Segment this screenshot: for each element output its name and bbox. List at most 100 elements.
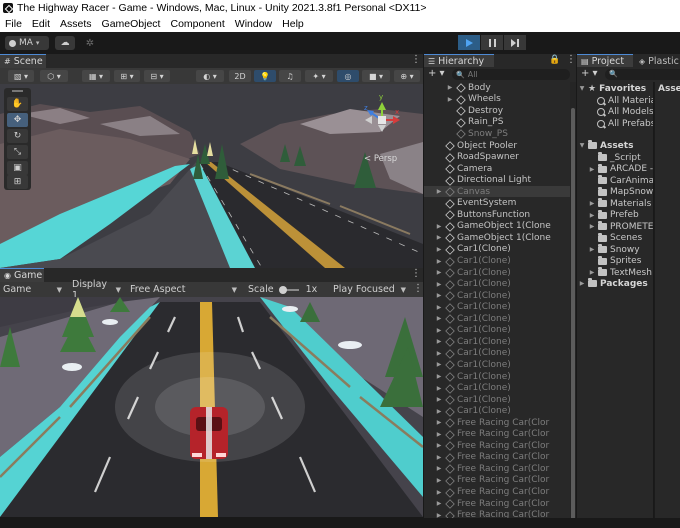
lock-icon[interactable]: 🔒: [549, 55, 560, 65]
scene-viewport[interactable]: y z x < Persp: [0, 84, 423, 268]
chevron-right-icon[interactable]: ▶: [436, 500, 442, 507]
hierarchy-item[interactable]: Object Pooler: [424, 140, 570, 152]
hierarchy-item[interactable]: Snow_PS: [424, 128, 570, 140]
chevron-right-icon[interactable]: ▶: [436, 396, 442, 403]
create-plus-icon[interactable]: + ▾: [428, 68, 445, 79]
hierarchy-item[interactable]: ▶ Car1(Clone): [424, 348, 570, 360]
hierarchy-item[interactable]: ▶ Free Racing Car(Clor: [424, 417, 570, 429]
hierarchy-item[interactable]: ▶ Wheels: [424, 94, 570, 106]
hierarchy-item[interactable]: ▶ Car1(Clone): [424, 371, 570, 383]
hierarchy-item[interactable]: ▶ Free Racing Car(Clor: [424, 463, 570, 475]
hierarchy-item[interactable]: Directional Light: [424, 174, 570, 186]
account-dropdown[interactable]: MA ▾: [5, 36, 49, 50]
chevron-right-icon[interactable]: ▶: [436, 431, 442, 438]
chevron-right-icon[interactable]: ▶: [436, 408, 442, 415]
chevron-right-icon[interactable]: ▶: [436, 246, 442, 253]
asset-folder[interactable]: ▶ Materials: [589, 198, 651, 210]
hidden-objects-toggle[interactable]: ◎: [337, 70, 359, 82]
menu-component[interactable]: Component: [170, 18, 224, 30]
transform-tool-button[interactable]: ⊞: [7, 175, 28, 189]
render-dropdown[interactable]: ⊟ ▾: [144, 70, 170, 82]
hierarchy-item[interactable]: ▶ GameObject 1(Clone: [424, 232, 570, 244]
draw-mode-dropdown[interactable]: ▧ ▾: [8, 70, 34, 82]
hierarchy-item[interactable]: RoadSpawner: [424, 151, 570, 163]
chevron-right-icon[interactable]: ▶: [436, 454, 442, 461]
scale-tool-button[interactable]: ⤡: [7, 145, 28, 159]
chevron-right-icon[interactable]: ▶: [436, 223, 442, 230]
hierarchy-item[interactable]: ▶ Car1(Clone): [424, 267, 570, 279]
persp-label[interactable]: < Persp: [364, 154, 397, 164]
toggle-2d-button[interactable]: 2D: [229, 70, 251, 82]
chevron-right-icon[interactable]: ▶: [436, 419, 442, 426]
scale-slider-track[interactable]: [278, 285, 299, 294]
collab-button[interactable]: ✲: [82, 36, 98, 50]
chevron-right-icon[interactable]: ▶: [436, 315, 442, 322]
hierarchy-item[interactable]: Destroy: [424, 105, 570, 117]
chevron-right-icon[interactable]: ▶: [589, 269, 595, 276]
favorites-header[interactable]: ▼ ★ Favorites: [579, 83, 646, 95]
hand-tool-button[interactable]: ✋: [7, 97, 28, 111]
chevron-right-icon[interactable]: ▶: [436, 489, 442, 496]
chevron-right-icon[interactable]: ▶: [436, 477, 442, 484]
hierarchy-search-input[interactable]: 🔍 All: [452, 69, 570, 80]
hierarchy-item[interactable]: ▶ Car1(Clone): [424, 359, 570, 371]
tab-hierarchy[interactable]: ☰ Hierarchy: [424, 54, 494, 68]
create-plus-icon[interactable]: + ▾: [581, 68, 598, 79]
shading-dropdown[interactable]: ⬡ ▾: [40, 70, 68, 82]
hierarchy-item[interactable]: ▶ Car1(Clone): [424, 325, 570, 337]
asset-folder[interactable]: Sprites: [589, 255, 641, 268]
hierarchy-item[interactable]: ▶ Car1(Clone): [424, 255, 570, 267]
chevron-right-icon[interactable]: ▶: [589, 223, 595, 230]
chevron-right-icon[interactable]: ▶: [436, 258, 442, 265]
hierarchy-scroll-thumb[interactable]: [571, 108, 575, 523]
hierarchy-item[interactable]: ▶ Car1(Clone): [424, 382, 570, 394]
cloud-button[interactable]: ☁: [55, 36, 75, 50]
asset-folder[interactable]: Scenes: [589, 232, 642, 245]
chevron-right-icon[interactable]: ▶: [436, 281, 442, 288]
tab-game[interactable]: ◉ Game: [0, 268, 44, 282]
chevron-right-icon[interactable]: ▶: [436, 338, 442, 345]
game-viewport[interactable]: [0, 297, 423, 517]
hierarchy-scrollbar[interactable]: [570, 82, 576, 523]
asset-folder[interactable]: ▶ Snowy: [589, 244, 640, 256]
asset-folder[interactable]: ▶ ARCADE -: [589, 163, 653, 176]
hierarchy-item[interactable]: EventSystem: [424, 198, 570, 210]
game-mode-dropdown[interactable]: Game ▼: [0, 282, 66, 297]
menu-gameobject[interactable]: GameObject: [102, 18, 161, 30]
tab-project[interactable]: ▤ Project: [577, 54, 633, 68]
hierarchy-item[interactable]: ▶ Car1(Clone): [424, 405, 570, 417]
chevron-right-icon[interactable]: ▶: [589, 212, 595, 219]
chevron-right-icon[interactable]: ▶: [447, 84, 453, 91]
hierarchy-item[interactable]: ▶ Free Racing Car(Clor: [424, 475, 570, 487]
asset-folder[interactable]: CarAnimat: [589, 175, 653, 187]
chevron-right-icon[interactable]: ▶: [436, 327, 442, 334]
menu-assets[interactable]: Assets: [60, 18, 92, 30]
play-button[interactable]: [458, 35, 480, 50]
hierarchy-item[interactable]: ▶ Car1(Clone): [424, 313, 570, 325]
chevron-right-icon[interactable]: ▶: [436, 292, 442, 299]
hierarchy-item[interactable]: ▶ Free Racing Car(Clor: [424, 498, 570, 510]
chevron-right-icon[interactable]: ▶: [436, 373, 442, 380]
chevron-right-icon[interactable]: ▶: [436, 442, 442, 449]
asset-folder[interactable]: _Script: [589, 152, 641, 164]
chevron-right-icon[interactable]: ▶: [589, 246, 595, 253]
lighting-toggle[interactable]: 💡: [254, 70, 276, 82]
effects-dropdown[interactable]: ✦ ▾: [305, 70, 333, 82]
menu-window[interactable]: Window: [235, 18, 272, 30]
hierarchy-item[interactable]: ▶ GameObject 1(Clone: [424, 221, 570, 233]
menu-file[interactable]: File: [5, 18, 22, 30]
scene-options-icon[interactable]: ⋮: [411, 54, 421, 65]
hierarchy-item[interactable]: ButtonsFunction: [424, 209, 570, 221]
scale-slider[interactable]: Scale 1x: [245, 282, 325, 297]
camera-dropdown[interactable]: ■ ▾: [362, 70, 390, 82]
chevron-right-icon[interactable]: ▶: [436, 234, 442, 241]
hierarchy-item[interactable]: ▶ Canvas: [424, 185, 570, 198]
pause-button[interactable]: [481, 35, 503, 50]
chevron-right-icon[interactable]: ▶: [589, 166, 595, 173]
chevron-right-icon[interactable]: ▶: [447, 96, 453, 103]
packages-header[interactable]: ▶ Packages: [579, 278, 648, 290]
hierarchy-item[interactable]: ▶ Car1(Clone): [424, 244, 570, 256]
hierarchy-item[interactable]: Rain_PS: [424, 117, 570, 129]
hierarchy-item[interactable]: ▶ Free Racing Car(Clor: [424, 429, 570, 441]
move-tool-button[interactable]: ✥: [7, 113, 28, 127]
